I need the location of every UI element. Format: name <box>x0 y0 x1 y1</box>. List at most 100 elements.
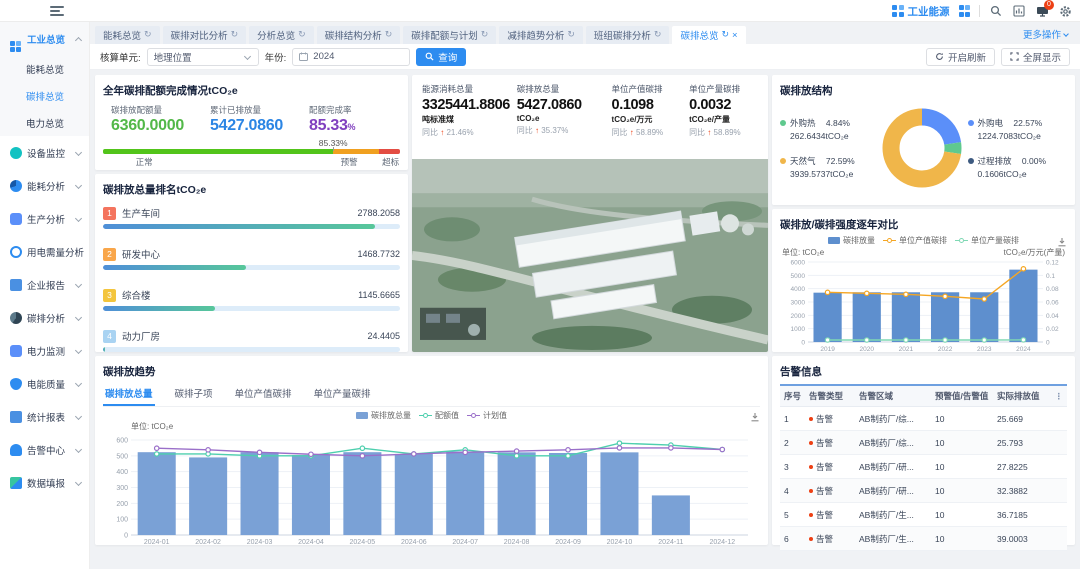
alarm-row[interactable]: 5告警AB制药厂/生...1036.7185 <box>780 503 1067 527</box>
tab-refresh-icon[interactable]: ↻ <box>298 30 306 40</box>
legend-line-marker <box>419 413 432 418</box>
power-quality-shield-icon <box>10 378 22 390</box>
quota-gauge: 85.33% 正常 预警 超标 <box>103 149 400 165</box>
tab-reduction-trend[interactable]: 减排趋势分析↻ <box>499 26 583 44</box>
alarm-dot <box>809 465 813 469</box>
svg-text:200: 200 <box>116 501 128 508</box>
chevron-down-icon <box>75 347 82 354</box>
svg-text:0.1: 0.1 <box>1046 273 1055 280</box>
legend-dot <box>780 120 786 126</box>
trend-tab-per-value[interactable]: 单位产值碳排 <box>233 384 294 406</box>
svg-text:2024-10: 2024-10 <box>607 539 633 546</box>
chevron-down-icon <box>75 479 82 486</box>
tab-close-icon[interactable]: × <box>732 30 738 41</box>
alarm-info-card: 告警信息 序号 告警类型 告警区域 预警值/告警值 实际排放值 ⋮ 1告警AB制… <box>772 356 1075 545</box>
chevron-down-icon <box>75 446 82 453</box>
sidebar-collapse-icon[interactable] <box>50 6 64 16</box>
report-chart-icon[interactable] <box>1012 4 1026 18</box>
alarm-row[interactable]: 2告警AB制药厂/综...1025.793 <box>780 431 1067 455</box>
tab-carbon-structure[interactable]: 碳排结构分析↻ <box>317 26 401 44</box>
sidebar-item-power-quality[interactable]: 电能质量 <box>0 367 89 400</box>
tab-team-carbon[interactable]: 班组碳排分析↻ <box>586 26 670 44</box>
trend-tab-total[interactable]: 碳排放总量 <box>103 384 155 406</box>
alarm-row[interactable]: 6告警AB制药厂/生...1039.0003 <box>780 527 1067 551</box>
sidebar-item-carbon-overview[interactable]: 碳排总览 <box>0 82 89 109</box>
apps-menu-icon[interactable] <box>959 5 971 17</box>
alarm-row[interactable]: 1告警AB制药厂/综...1025.669 <box>780 407 1067 431</box>
gear-icon[interactable] <box>1058 4 1072 18</box>
tab-energy-overview[interactable]: 能耗总览↻ <box>95 26 160 44</box>
zone-label-normal: 正常 <box>136 156 153 168</box>
fullscreen-button[interactable]: 全屏显示 <box>1001 48 1070 66</box>
tab-carbon-compare[interactable]: 碳排对比分析↻ <box>163 26 247 44</box>
svg-text:0: 0 <box>1046 340 1050 347</box>
rank-badge: 2 <box>103 248 116 261</box>
main-content: 能耗总览↻ 碳排对比分析↻ 分析总览↻ 碳排结构分析↻ 碳排配额与计划↻ 减排趋… <box>90 22 1080 569</box>
sidebar-item-statistics-report[interactable]: 统计报表 <box>0 400 89 433</box>
sidebar-nav: 工业总览 能耗总览 碳排总览 电力总览 设备监控 能耗分析 生产分析 用电需量分… <box>0 22 90 569</box>
rank-badge: 3 <box>103 289 116 302</box>
left-axis-unit: 单位: tCO₂e <box>782 247 824 258</box>
search-button[interactable]: 查询 <box>416 48 466 66</box>
sidebar-item-demand-analysis[interactable]: 用电需量分析 <box>0 235 89 268</box>
app-switcher-button[interactable]: 工业能源 <box>892 4 950 19</box>
tab-refresh-icon[interactable]: ↻ <box>654 30 662 40</box>
sidebar-item-power-overview[interactable]: 电力总览 <box>0 109 89 136</box>
production-analysis-icon <box>10 213 22 225</box>
refresh-toggle-button[interactable]: 开启刷新 <box>926 48 995 66</box>
tab-analysis-overview[interactable]: 分析总览↻ <box>249 26 314 44</box>
sidebar-item-power-monitor[interactable]: 电力监测 <box>0 334 89 367</box>
tab-refresh-icon[interactable]: ↻ <box>567 30 575 40</box>
col-type[interactable]: 告警类型 <box>805 385 855 407</box>
top-bar: 工业能源 0 <box>0 0 1080 22</box>
carbon-structure-donut-chart <box>876 102 968 194</box>
emission-ranking-card: 碳排放总量排名tCO₂e 1生产车间2788.2058 2研发中心1468.77… <box>95 174 408 352</box>
alarm-row[interactable]: 4告警AB制药厂/研...1032.3882 <box>780 479 1067 503</box>
tab-refresh-icon[interactable]: ↻ <box>721 30 729 40</box>
sidebar-item-industry-overview[interactable]: 工业总览 <box>0 22 89 55</box>
alarm-bell-icon <box>10 444 22 456</box>
sidebar-item-data-report[interactable]: 数据填报 <box>0 466 89 499</box>
sidebar-item-production-analysis[interactable]: 生产分析 <box>0 202 89 235</box>
svg-text:5000: 5000 <box>791 273 806 280</box>
svg-text:2023: 2023 <box>977 346 992 353</box>
yearly-comparison-chart: 010002000300040005000600000.020.040.060.… <box>780 258 1067 354</box>
kpi-carbon-per-value: 单位产值碳排 0.1098 tCO₂e/万元 同比 ↑ 58.89% <box>612 83 690 138</box>
kpi-carbon-total: 碳排放总量 5427.0860 tCO₂e 同比 ↑ 35.37% <box>517 83 612 138</box>
ranking-row: 4动力厂房24.4405 <box>103 329 400 352</box>
legend-purchased-heat: 外购热 4.84% 262.6434tCO₂e <box>780 117 876 141</box>
statistics-report-icon <box>10 411 22 423</box>
apps-grid-icon <box>892 5 904 17</box>
sidebar-item-alarm-center[interactable]: 告警中心 <box>0 433 89 466</box>
ranking-bar <box>103 265 246 270</box>
device-monitor-icon <box>10 147 22 159</box>
tab-carbon-quota-plan[interactable]: 碳排配额与计划↻ <box>403 26 496 44</box>
col-more-icon[interactable]: ⋮ <box>1051 385 1068 407</box>
tab-refresh-icon[interactable]: ↻ <box>385 30 393 40</box>
tab-refresh-icon[interactable]: ↻ <box>144 30 152 40</box>
sidebar-item-energy-overview[interactable]: 能耗总览 <box>0 55 89 82</box>
year-picker[interactable]: 2024 <box>292 48 410 66</box>
alarm-row[interactable]: 3告警AB制药厂/研...1027.8225 <box>780 455 1067 479</box>
trend-tab-per-output[interactable]: 单位产量碳排 <box>312 384 373 406</box>
tab-bar: 能耗总览↻ 碳排对比分析↻ 分析总览↻ 碳排结构分析↻ 碳排配额与计划↻ 减排趋… <box>90 22 1080 44</box>
data-report-icon <box>10 477 22 489</box>
sidebar-item-device-monitor[interactable]: 设备监控 <box>0 136 89 169</box>
tab-refresh-icon[interactable]: ↻ <box>481 30 489 40</box>
sidebar-item-enterprise-report[interactable]: 企业报告 <box>0 268 89 301</box>
sidebar-item-energy-analysis[interactable]: 能耗分析 <box>0 169 89 202</box>
sidebar-item-carbon-analysis[interactable]: 碳排分析 <box>0 301 89 334</box>
download-icon[interactable] <box>750 409 760 427</box>
trend-tab-subitem[interactable]: 碳排子项 <box>173 384 215 406</box>
tab-carbon-overview[interactable]: 碳排总览↻× <box>672 26 745 44</box>
message-monitor-icon[interactable]: 0 <box>1035 4 1049 18</box>
more-actions-link[interactable]: 更多操作 <box>1023 27 1070 41</box>
svg-text:300: 300 <box>116 485 128 492</box>
tab-refresh-icon[interactable]: ↻ <box>231 30 239 40</box>
svg-text:2024-08: 2024-08 <box>504 539 530 546</box>
download-icon[interactable] <box>1057 234 1067 252</box>
svg-text:600: 600 <box>116 438 128 445</box>
search-icon[interactable] <box>989 4 1003 18</box>
svg-text:2024-01: 2024-01 <box>144 539 170 546</box>
unit-select[interactable]: 地理位置 <box>147 48 259 66</box>
